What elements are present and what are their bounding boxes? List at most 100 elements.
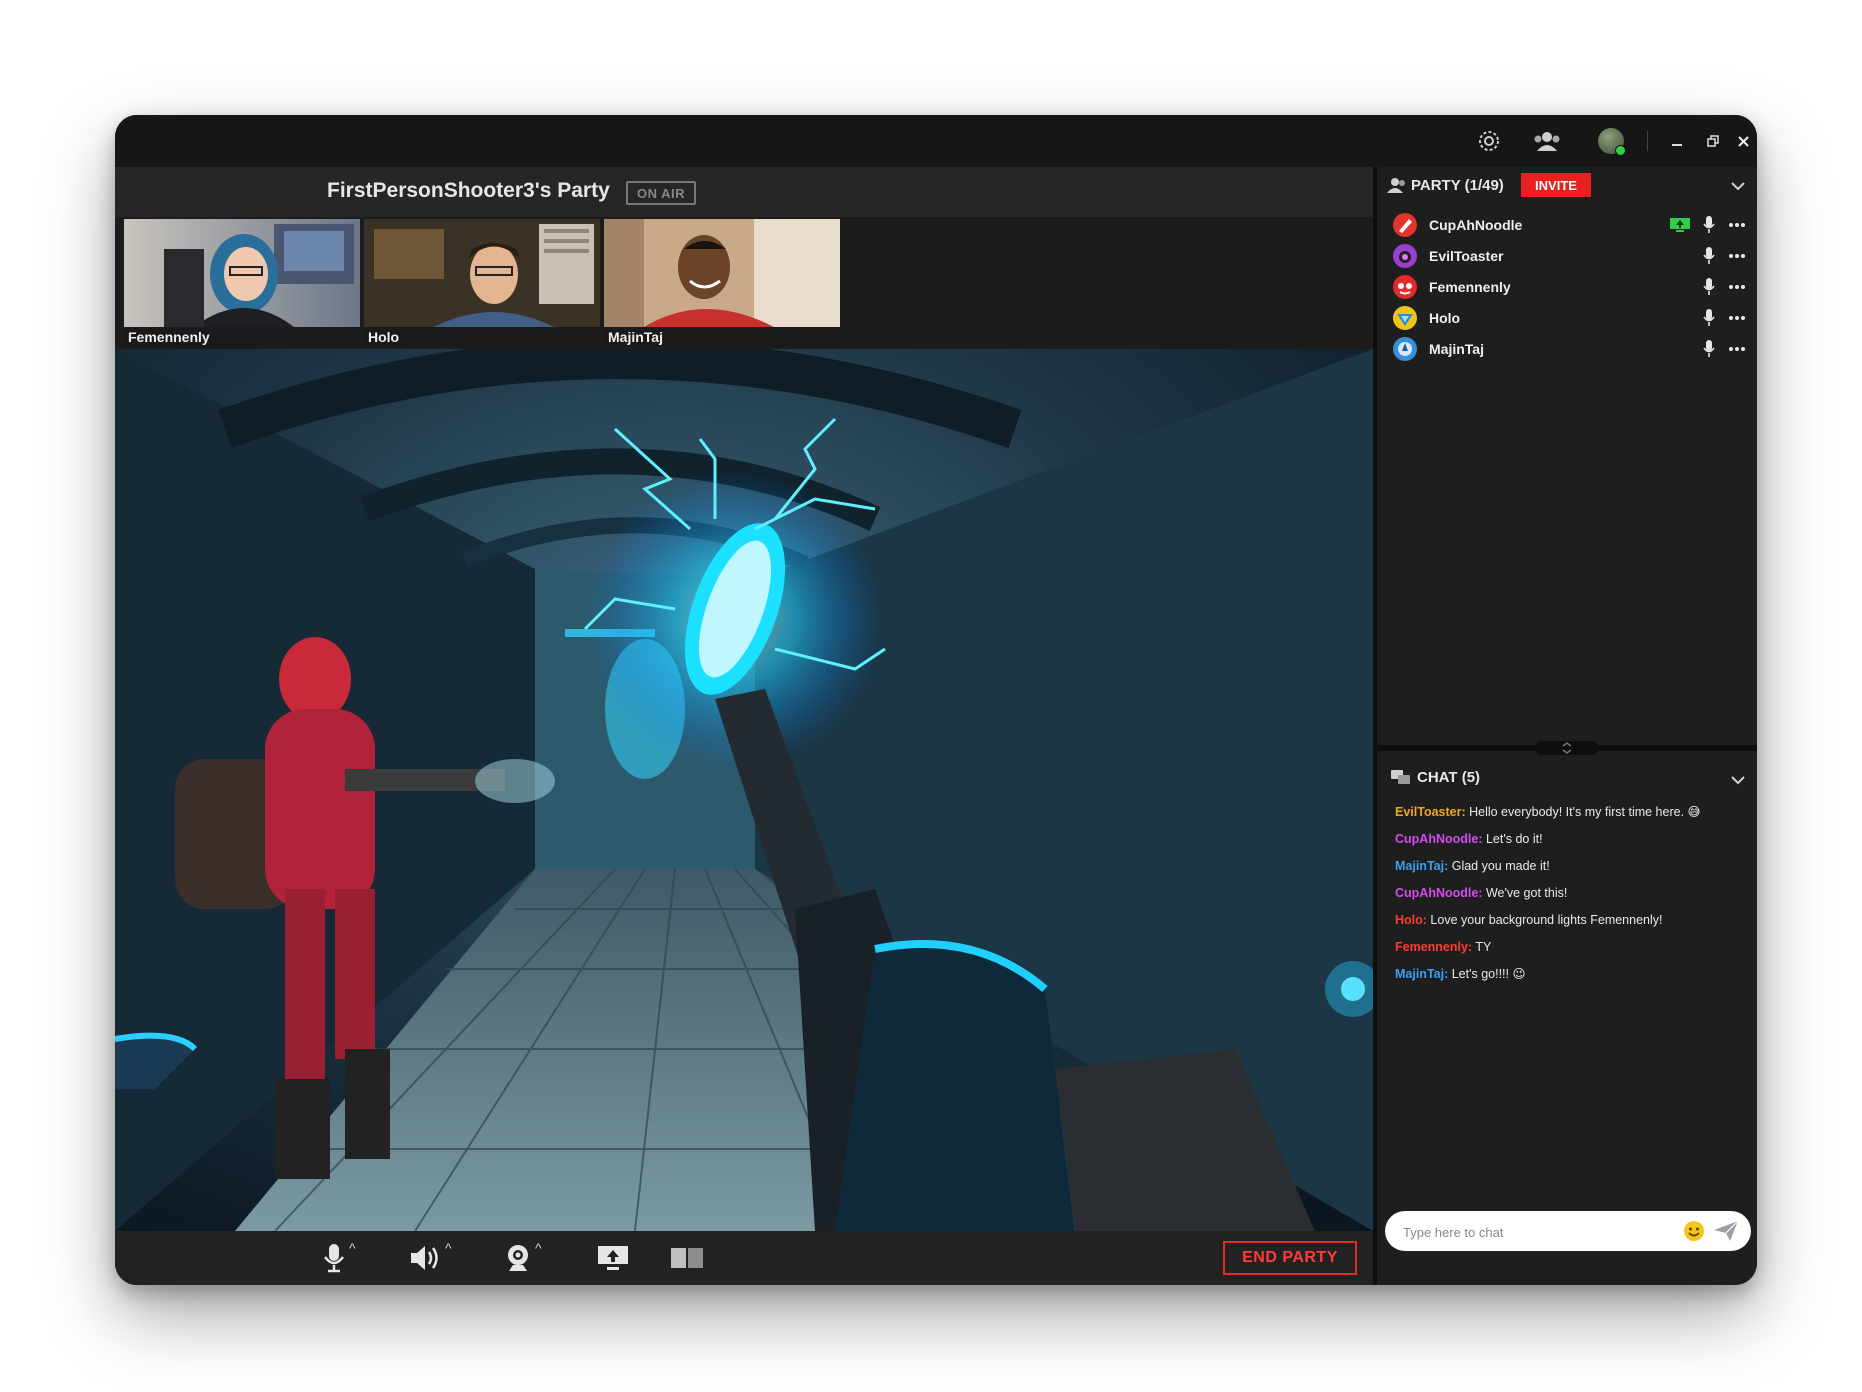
chat-message: Holo: Love your background lights Femenn… xyxy=(1395,911,1745,929)
party-collapse-chevron-down-icon[interactable] xyxy=(1731,181,1745,191)
speaker-options-chevron-up-icon[interactable]: ^ xyxy=(445,1240,452,1256)
webcam-tile[interactable]: Femennenly xyxy=(124,219,360,347)
webcam-feed xyxy=(604,219,840,327)
member-more-options-icon[interactable] xyxy=(1727,246,1747,266)
party-sidebar: PARTY (1/49) INVITE CupAhNoodle EvilToas… xyxy=(1377,167,1757,1285)
layout-toggle-button[interactable] xyxy=(670,1241,704,1275)
game-stream-view[interactable] xyxy=(115,349,1373,1231)
webcam-icon xyxy=(508,1245,528,1271)
restore-icon[interactable] xyxy=(1697,127,1729,155)
member-more-options-icon[interactable] xyxy=(1727,339,1747,359)
screen-share-icon xyxy=(598,1246,628,1270)
webcam-strip: Femennenly Holo MajinTaj xyxy=(115,217,1373,349)
member-name: Femennenly xyxy=(1429,279,1511,295)
chat-message-text: Let's do it! xyxy=(1482,832,1543,846)
chat-message: MajinTaj: Glad you made it! xyxy=(1395,857,1745,875)
member-more-options-icon[interactable] xyxy=(1727,277,1747,297)
friends-icon[interactable] xyxy=(1527,127,1567,155)
invite-button[interactable]: INVITE xyxy=(1521,173,1591,197)
member-more-options-icon[interactable] xyxy=(1727,215,1747,235)
chat-message: MajinTaj: Let's go!!!! 😉 xyxy=(1395,965,1745,983)
member-avatar xyxy=(1393,337,1417,361)
party-member-row[interactable]: EvilToaster xyxy=(1387,241,1747,271)
party-member-row[interactable]: CupAhNoodle xyxy=(1387,210,1747,240)
webcam-feed xyxy=(124,219,360,327)
chat-message-text: Glad you made it! xyxy=(1448,859,1550,873)
chat-input[interactable] xyxy=(1401,1219,1675,1245)
party-title: FirstPersonShooter3's Party xyxy=(327,179,610,202)
webcam-feed xyxy=(364,219,600,327)
chat-message-author[interactable]: EvilToaster: xyxy=(1395,805,1466,819)
chat-message-author[interactable]: MajinTaj: xyxy=(1395,967,1448,981)
on-air-badge: ON AIR xyxy=(626,181,696,205)
chat-message: EvilToaster: Hello everybody! It's my fi… xyxy=(1395,803,1745,821)
online-status-icon xyxy=(1615,145,1626,156)
member-avatar xyxy=(1393,244,1417,268)
chat-message-author[interactable]: MajinTaj: xyxy=(1395,859,1448,873)
member-avatar xyxy=(1393,213,1417,237)
webcam-name-label: Femennenly xyxy=(124,327,360,347)
member-microphone-icon[interactable] xyxy=(1699,339,1719,359)
title-bar xyxy=(115,115,1757,167)
mic-options-chevron-up-icon[interactable]: ^ xyxy=(349,1240,356,1256)
chat-message-list: EvilToaster: Hello everybody! It's my fi… xyxy=(1395,803,1745,992)
media-controls-bar: ^ ^ ^ END PARTY xyxy=(115,1231,1373,1285)
party-header: FirstPersonShooter3's Party ON AIR xyxy=(115,167,1373,217)
user-avatar[interactable] xyxy=(1595,127,1627,156)
member-name: EvilToaster xyxy=(1429,248,1504,264)
party-member-row[interactable]: Holo xyxy=(1387,303,1747,333)
resize-grip-icon[interactable] xyxy=(1535,741,1599,755)
chat-message-author[interactable]: Femennenly: xyxy=(1395,940,1472,954)
send-message-icon[interactable] xyxy=(1713,1219,1739,1243)
party-section-header: PARTY (1/49) INVITE xyxy=(1377,167,1757,203)
webcam-tile[interactable]: MajinTaj xyxy=(604,219,840,347)
chat-input-container xyxy=(1385,1211,1751,1251)
split-layout-icon xyxy=(671,1248,703,1268)
close-icon[interactable] xyxy=(1733,127,1753,155)
speaker-toggle-button[interactable]: ^ xyxy=(409,1240,452,1275)
mic-toggle-button[interactable]: ^ xyxy=(323,1240,356,1275)
member-name: Holo xyxy=(1429,310,1461,326)
chat-message: CupAhNoodle: Let's do it! xyxy=(1395,830,1745,848)
emoji-picker-icon[interactable] xyxy=(1683,1220,1705,1242)
member-name: MajinTaj xyxy=(1429,341,1484,357)
screen-share-button[interactable] xyxy=(597,1241,629,1275)
member-microphone-icon[interactable] xyxy=(1699,246,1719,266)
chat-message-text: Love your background lights Femennenly! xyxy=(1426,913,1663,927)
chat-message-author[interactable]: CupAhNoodle: xyxy=(1395,832,1482,846)
member-microphone-icon[interactable] xyxy=(1699,308,1719,328)
speaker-volume-icon xyxy=(411,1246,438,1270)
webcam-toggle-button[interactable]: ^ xyxy=(505,1240,542,1275)
party-count-label: PARTY (1/49) xyxy=(1411,177,1504,194)
chat-message-text: We've got this! xyxy=(1482,886,1568,900)
chat-message-text: Hello everybody! It's my first time here… xyxy=(1465,805,1701,819)
chat-message-text: Let's go!!!! 😉 xyxy=(1448,967,1526,981)
chat-message-author[interactable]: Holo: xyxy=(1395,913,1427,927)
webcam-tile[interactable]: Holo xyxy=(364,219,600,347)
streaming-monitor-icon xyxy=(1669,217,1691,233)
chat-message: CupAhNoodle: We've got this! xyxy=(1395,884,1745,902)
game-stream-frame xyxy=(115,349,1373,1231)
member-microphone-icon[interactable] xyxy=(1699,277,1719,297)
member-more-options-icon[interactable] xyxy=(1727,308,1747,328)
chat-count-label: CHAT (5) xyxy=(1417,769,1481,786)
webcam-name-label: Holo xyxy=(364,327,600,347)
chat-message-author[interactable]: CupAhNoodle: xyxy=(1395,886,1482,900)
webcam-options-chevron-up-icon[interactable]: ^ xyxy=(535,1240,542,1256)
chat-message-text: TY xyxy=(1472,940,1492,954)
party-members-icon xyxy=(1387,178,1405,193)
chat-collapse-chevron-down-icon[interactable] xyxy=(1731,775,1745,785)
chat-bubbles-icon xyxy=(1391,770,1410,784)
party-member-row[interactable]: MajinTaj xyxy=(1387,334,1747,364)
member-avatar xyxy=(1393,306,1417,330)
party-member-row[interactable]: Femennenly xyxy=(1387,272,1747,302)
member-microphone-icon[interactable] xyxy=(1699,215,1719,235)
microphone-icon xyxy=(324,1244,344,1273)
end-party-button[interactable]: END PARTY xyxy=(1223,1241,1357,1275)
main-stage: FirstPersonShooter3's Party ON AIR Femen… xyxy=(115,167,1373,1285)
app-window: FirstPersonShooter3's Party ON AIR Femen… xyxy=(115,115,1757,1285)
settings-gear-icon[interactable] xyxy=(1473,127,1505,155)
minimize-icon[interactable] xyxy=(1661,127,1693,155)
member-name: CupAhNoodle xyxy=(1429,217,1523,233)
webcam-name-label: MajinTaj xyxy=(604,327,840,347)
